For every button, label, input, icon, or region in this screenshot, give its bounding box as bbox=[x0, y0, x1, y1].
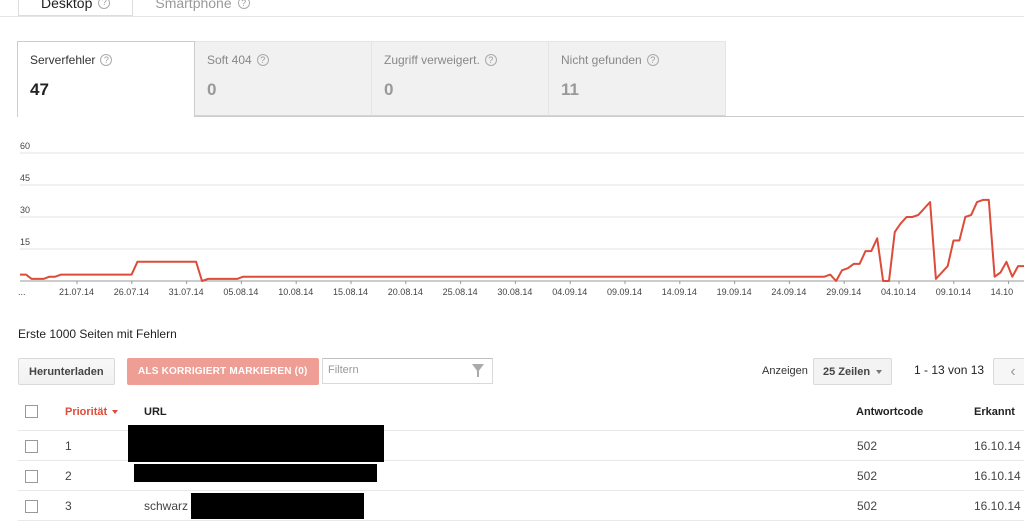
metric-label: Nicht gefunden bbox=[561, 53, 642, 67]
metric-label: Soft 404 bbox=[207, 53, 252, 67]
chart-svg: 60 45 30 15... 21.07.14 26.07.14 31.07.14 05.08… bbox=[18, 141, 1024, 297]
x-tick-label: 05.08.14 bbox=[223, 287, 258, 297]
x-tick-label: 21.07.14 bbox=[59, 287, 94, 297]
tab-desktop-label: Desktop bbox=[41, 0, 93, 11]
x-tick-label: 25.08.14 bbox=[443, 287, 478, 297]
help-icon[interactable]: ? bbox=[484, 54, 497, 66]
metric-value: 11 bbox=[561, 80, 579, 99]
sort-desc-icon bbox=[112, 410, 119, 414]
detected-date-cell: 16.10.14 bbox=[974, 499, 1021, 513]
x-tick-label: 26.07.14 bbox=[114, 287, 149, 297]
x-tick-label: 04.10.14 bbox=[881, 287, 916, 297]
table-row[interactable]: 2 502 16.10.14 bbox=[18, 461, 1024, 491]
x-tick-label: 30.08.14 bbox=[497, 287, 532, 297]
x-tick-label: ... bbox=[18, 287, 26, 297]
x-tick-label: 09.09.14 bbox=[607, 287, 642, 297]
select-all-checkbox[interactable] bbox=[25, 405, 38, 418]
tabs-divider bbox=[0, 16, 1024, 17]
metric-soft-404[interactable]: Soft 404? 0 bbox=[194, 41, 372, 116]
previous-page-button[interactable]: ‹ bbox=[993, 358, 1024, 385]
response-code-cell: 502 bbox=[857, 469, 878, 483]
tab-smartphone-label: Smartphone bbox=[155, 0, 232, 11]
tab-desktop[interactable]: Desktop ? bbox=[18, 0, 134, 16]
priority-cell: 2 bbox=[65, 469, 72, 483]
help-icon[interactable]: ? bbox=[256, 54, 269, 66]
url-cell[interactable]: schwarz bbox=[144, 499, 188, 513]
response-code-cell: 502 bbox=[857, 439, 878, 453]
priority-column-header[interactable]: Priorität bbox=[65, 406, 119, 418]
chevron-down-icon bbox=[876, 369, 883, 374]
redacted-url bbox=[191, 493, 364, 519]
metric-label: Zugriff verweigert. bbox=[384, 53, 480, 67]
metric-value: 47 bbox=[30, 80, 49, 99]
download-button[interactable]: Herunterladen bbox=[18, 358, 115, 385]
help-icon[interactable]: ? bbox=[646, 54, 659, 66]
x-tick-label: 09.10.14 bbox=[936, 287, 971, 297]
show-label: Anzeigen bbox=[762, 365, 808, 377]
chevron-left-icon: ‹ bbox=[1010, 362, 1016, 380]
detected-column-header[interactable]: Erkannt bbox=[974, 406, 1015, 418]
x-tick-label: 31.07.14 bbox=[169, 287, 204, 297]
filter-placeholder: Filtern bbox=[328, 364, 359, 376]
detected-date-cell: 16.10.14 bbox=[974, 439, 1021, 453]
row-checkbox[interactable] bbox=[25, 440, 38, 453]
priority-cell: 3 bbox=[65, 499, 72, 513]
error-trend-chart: 60 45 30 15... 21.07.14 26.07.14 31.07.14 05.08… bbox=[0, 140, 1024, 305]
response-code-cell: 502 bbox=[857, 499, 878, 513]
table-row[interactable]: 1 502 16.10.14 bbox=[18, 425, 1024, 462]
x-tick-label: 14.10 bbox=[991, 287, 1014, 297]
series-line bbox=[20, 198, 1024, 282]
mark-fixed-button[interactable]: ALS KORRIGIERT MARKIEREN (0) bbox=[127, 358, 319, 385]
row-checkbox[interactable] bbox=[25, 500, 38, 513]
row-checkbox[interactable] bbox=[25, 470, 38, 483]
x-tick-label: 29.09.14 bbox=[826, 287, 861, 297]
filter-icon[interactable] bbox=[472, 364, 484, 377]
metric-not-found[interactable]: Nicht gefunden? 11 bbox=[548, 41, 726, 116]
help-icon[interactable]: ? bbox=[98, 0, 111, 9]
crawl-errors-page: Desktop ? Smartphone ? Serverfehler? 47 … bbox=[0, 0, 1024, 532]
metric-server-errors[interactable]: Serverfehler? 47 bbox=[17, 41, 195, 117]
redacted-url bbox=[128, 425, 384, 462]
device-tabs: Desktop ? Smartphone ? bbox=[18, 0, 272, 16]
response-code-column-header[interactable]: Antwortcode bbox=[856, 406, 923, 418]
metric-access-denied[interactable]: Zugriff verweigert.? 0 bbox=[371, 41, 549, 116]
metric-value: 0 bbox=[207, 80, 217, 99]
x-tick-label: 19.09.14 bbox=[717, 287, 752, 297]
priority-header-label: Priorität bbox=[65, 406, 108, 418]
rows-per-page-value: 25 Zeilen bbox=[823, 365, 871, 378]
x-tick-label: 24.09.14 bbox=[771, 287, 806, 297]
rows-per-page-select[interactable]: 25 Zeilen bbox=[813, 358, 893, 385]
help-icon[interactable]: ? bbox=[237, 0, 250, 9]
x-tick-label: 20.08.14 bbox=[388, 287, 423, 297]
metric-value: 0 bbox=[384, 80, 394, 99]
filter-input[interactable]: Filtern bbox=[322, 358, 493, 384]
section-title: Erste 1000 Seiten mit Fehlern bbox=[18, 327, 177, 341]
x-tick-label: 15.08.14 bbox=[333, 287, 368, 297]
detected-date-cell: 16.10.14 bbox=[974, 469, 1021, 483]
redacted-url bbox=[134, 464, 377, 482]
y-tick-label: 30 bbox=[20, 205, 30, 215]
y-tick-label: 45 bbox=[20, 173, 30, 183]
help-icon[interactable]: ? bbox=[100, 54, 113, 66]
y-tick-label: 60 bbox=[20, 141, 30, 151]
priority-cell: 1 bbox=[65, 439, 72, 453]
x-tick-label: 04.09.14 bbox=[552, 287, 587, 297]
url-column-header[interactable]: URL bbox=[144, 406, 167, 418]
y-tick-label: 15 bbox=[20, 237, 30, 247]
table-row[interactable]: 3 schwarz 502 16.10.14 bbox=[18, 491, 1024, 521]
pagination-text: 1 - 13 von 13 bbox=[914, 363, 985, 377]
table-toolbar: Herunterladen ALS KORRIGIERT MARKIEREN (… bbox=[18, 357, 1024, 385]
x-tick-label: 14.09.14 bbox=[662, 287, 697, 297]
errors-table: Priorität URL Antwortcode Erkannt 1 502 … bbox=[18, 396, 1024, 521]
metric-label: Serverfehler bbox=[30, 53, 96, 67]
metric-cards: Serverfehler? 47 Soft 404? 0 Zugriff ver… bbox=[17, 41, 726, 117]
tab-smartphone[interactable]: Smartphone ? bbox=[133, 0, 271, 16]
x-tick-label: 10.08.14 bbox=[278, 287, 313, 297]
